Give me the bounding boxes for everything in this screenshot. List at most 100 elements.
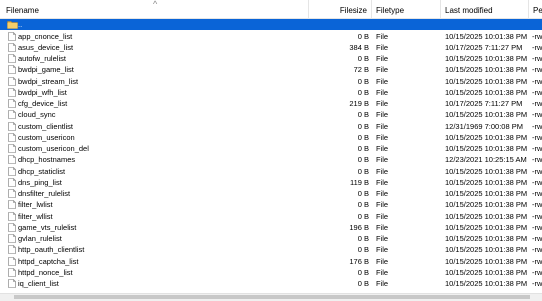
file-icon — [8, 256, 16, 266]
file-permissions: -rw — [532, 132, 542, 142]
file-name: gvlan_rulelist — [18, 234, 62, 243]
file-icon — [8, 31, 16, 41]
table-row[interactable]: bwdpi_game_list 72 B File 10/15/2025 10:01:… — [0, 64, 542, 75]
table-row[interactable]: iq_client_list 0 B File 10/15/2025 10:01:38… — [0, 278, 542, 289]
column-filesize[interactable]: Filesize — [310, 0, 369, 18]
file-permissions: -rw — [532, 211, 542, 221]
file-modified: 10/15/2025 10:01:38 PM — [445, 234, 528, 243]
table-row[interactable]: autofw_rulelist 0 B File 10/15/2025 10:01:3… — [0, 53, 542, 64]
table-row[interactable]: httpd_nonce_list 0 B File 10/15/2025 10:01:… — [0, 267, 542, 278]
scrollbar-thumb[interactable] — [14, 295, 530, 299]
column-last-modified[interactable]: Last modified — [441, 0, 528, 18]
file-size: 0 B — [357, 132, 369, 142]
file-name: app_cnonce_list — [18, 31, 73, 41]
file-name: game_vts_rulelist — [18, 222, 77, 232]
column-permissions[interactable]: Per — [529, 0, 542, 18]
table-row[interactable]: http_oauth_clientlist 0 B File 10/15/2025 1… — [0, 244, 542, 255]
file-type: File — [376, 110, 389, 120]
file-icon — [8, 121, 16, 131]
table-row[interactable]: custom_usericon 0 B File 10/15/2025 10:01:3… — [0, 132, 542, 143]
file-name: autofw_rulelist — [18, 54, 66, 63]
column-filetype[interactable]: Filetype — [372, 0, 440, 18]
table-row[interactable]: dnsfilter_rulelist 0 B File 10/15/2025 10:0… — [0, 188, 542, 199]
file-name: filter_wllist — [18, 211, 53, 221]
table-row[interactable]: dhcp_hostnames 0 B File 12/23/2021 10:25:15… — [0, 154, 542, 165]
file-permissions: -rw — [532, 144, 542, 153]
file-icon — [8, 54, 16, 63]
table-row[interactable]: bwdpi_wfh_list 0 B File 10/15/2025 10:01:38… — [0, 87, 542, 98]
file-icon — [8, 200, 16, 210]
file-size: 0 B — [357, 211, 369, 221]
file-icon — [8, 222, 16, 232]
file-name: cfg_device_list — [18, 99, 68, 108]
file-permissions: -rw — [532, 54, 542, 63]
file-size: 0 B — [357, 279, 369, 288]
file-size: 0 B — [357, 155, 369, 165]
file-permissions: -rw — [532, 31, 542, 41]
file-modified: 10/15/2025 10:01:38 PM — [445, 245, 528, 255]
file-size: 0 B — [357, 189, 369, 198]
file-icon — [8, 177, 16, 187]
table-row[interactable]: cloud_sync 0 B File 10/15/2025 10:01:38 PM -… — [0, 109, 542, 120]
column-filename[interactable]: Filename — [2, 0, 302, 18]
table-row[interactable]: dhcp_staticlist 0 B File 10/15/2025 10:01:3… — [0, 166, 542, 177]
file-icon — [8, 279, 16, 288]
file-type: File — [376, 189, 389, 198]
file-size: 0 B — [357, 54, 369, 63]
table-row[interactable]: asus_device_list 384 B File 10/17/2025 7:11… — [0, 42, 542, 53]
table-row[interactable]: dns_ping_list 119 B File 10/15/2025 10:01:3… — [0, 177, 542, 188]
file-type: File — [376, 76, 389, 86]
table-row[interactable]: filter_lwlist 0 B File 10/15/2025 10:01:38 … — [0, 199, 542, 210]
file-name: httpd_captcha_list — [18, 256, 79, 266]
table-row[interactable]: gvlan_rulelist 0 B File 10/15/2025 10:01:38… — [0, 233, 542, 244]
file-permissions: -rw — [532, 222, 542, 232]
file-type: File — [376, 144, 389, 153]
file-icon — [8, 267, 16, 277]
file-modified: 10/15/2025 10:01:38 PM — [445, 76, 528, 86]
file-permissions: -rw — [532, 279, 542, 288]
parent-directory-label: .. — [18, 20, 23, 29]
table-row[interactable]: game_vts_rulelist 196 B File 10/15/2025 10:… — [0, 222, 542, 233]
table-row[interactable]: cfg_device_list 219 B File 10/17/2025 7:11:… — [0, 98, 542, 109]
file-size: 0 B — [357, 166, 369, 176]
file-name: custom_usericon_del — [18, 144, 89, 153]
file-size: 0 B — [357, 245, 369, 255]
file-name: custom_clientlist — [18, 121, 74, 131]
table-row[interactable]: filter_wllist 0 B File 10/15/2025 10:01:38 … — [0, 211, 542, 222]
file-type: File — [376, 222, 389, 232]
file-name: bwdpi_stream_list — [18, 76, 79, 86]
table-row[interactable]: custom_clientlist 0 B File 12/31/1969 7:00:… — [0, 121, 542, 132]
table-row[interactable]: app_cnonce_list 0 B File 10/15/2025 10:01:3… — [0, 31, 542, 42]
table-row[interactable]: bwdpi_stream_list 0 B File 10/15/2025 10:01… — [0, 76, 542, 87]
file-icon — [8, 65, 16, 75]
table-row[interactable]: custom_usericon_del 0 B File 10/15/2025 10:… — [0, 143, 542, 154]
file-name: cloud_sync — [18, 110, 56, 120]
file-name: bwdpi_wfh_list — [18, 87, 67, 97]
file-modified: 10/17/2025 7:11:27 PM — [445, 99, 523, 108]
file-type: File — [376, 65, 389, 75]
folder-icon — [7, 21, 18, 29]
file-permissions: -rw — [532, 256, 542, 266]
table-row[interactable]: httpd_captcha_list 176 B File 10/15/2025 10… — [0, 256, 542, 267]
file-modified: 10/15/2025 10:01:38 PM — [445, 144, 528, 153]
file-size: 0 B — [357, 200, 369, 210]
file-modified: 10/15/2025 10:01:38 PM — [445, 110, 528, 120]
file-size: 0 B — [357, 234, 369, 243]
column-divider[interactable] — [308, 0, 309, 18]
file-type: File — [376, 267, 389, 277]
file-permissions: -rw — [532, 166, 542, 176]
file-icon — [8, 132, 16, 142]
file-permissions: -rw — [532, 267, 542, 277]
file-modified: 10/15/2025 10:01:38 PM — [445, 177, 528, 187]
file-size: 196 B — [349, 222, 369, 232]
file-name: asus_device_list — [18, 42, 74, 52]
file-icon — [8, 211, 16, 221]
file-type: File — [376, 54, 389, 63]
file-modified: 12/23/2021 10:25:15 AM — [445, 155, 527, 165]
list-item-parent-directory[interactable]: .. — [0, 19, 542, 30]
file-icon — [8, 189, 16, 198]
file-name: dhcp_staticlist — [18, 166, 66, 176]
file-type: File — [376, 234, 389, 243]
file-modified: 10/15/2025 10:01:38 PM — [445, 279, 528, 288]
file-size: 0 B — [357, 110, 369, 120]
